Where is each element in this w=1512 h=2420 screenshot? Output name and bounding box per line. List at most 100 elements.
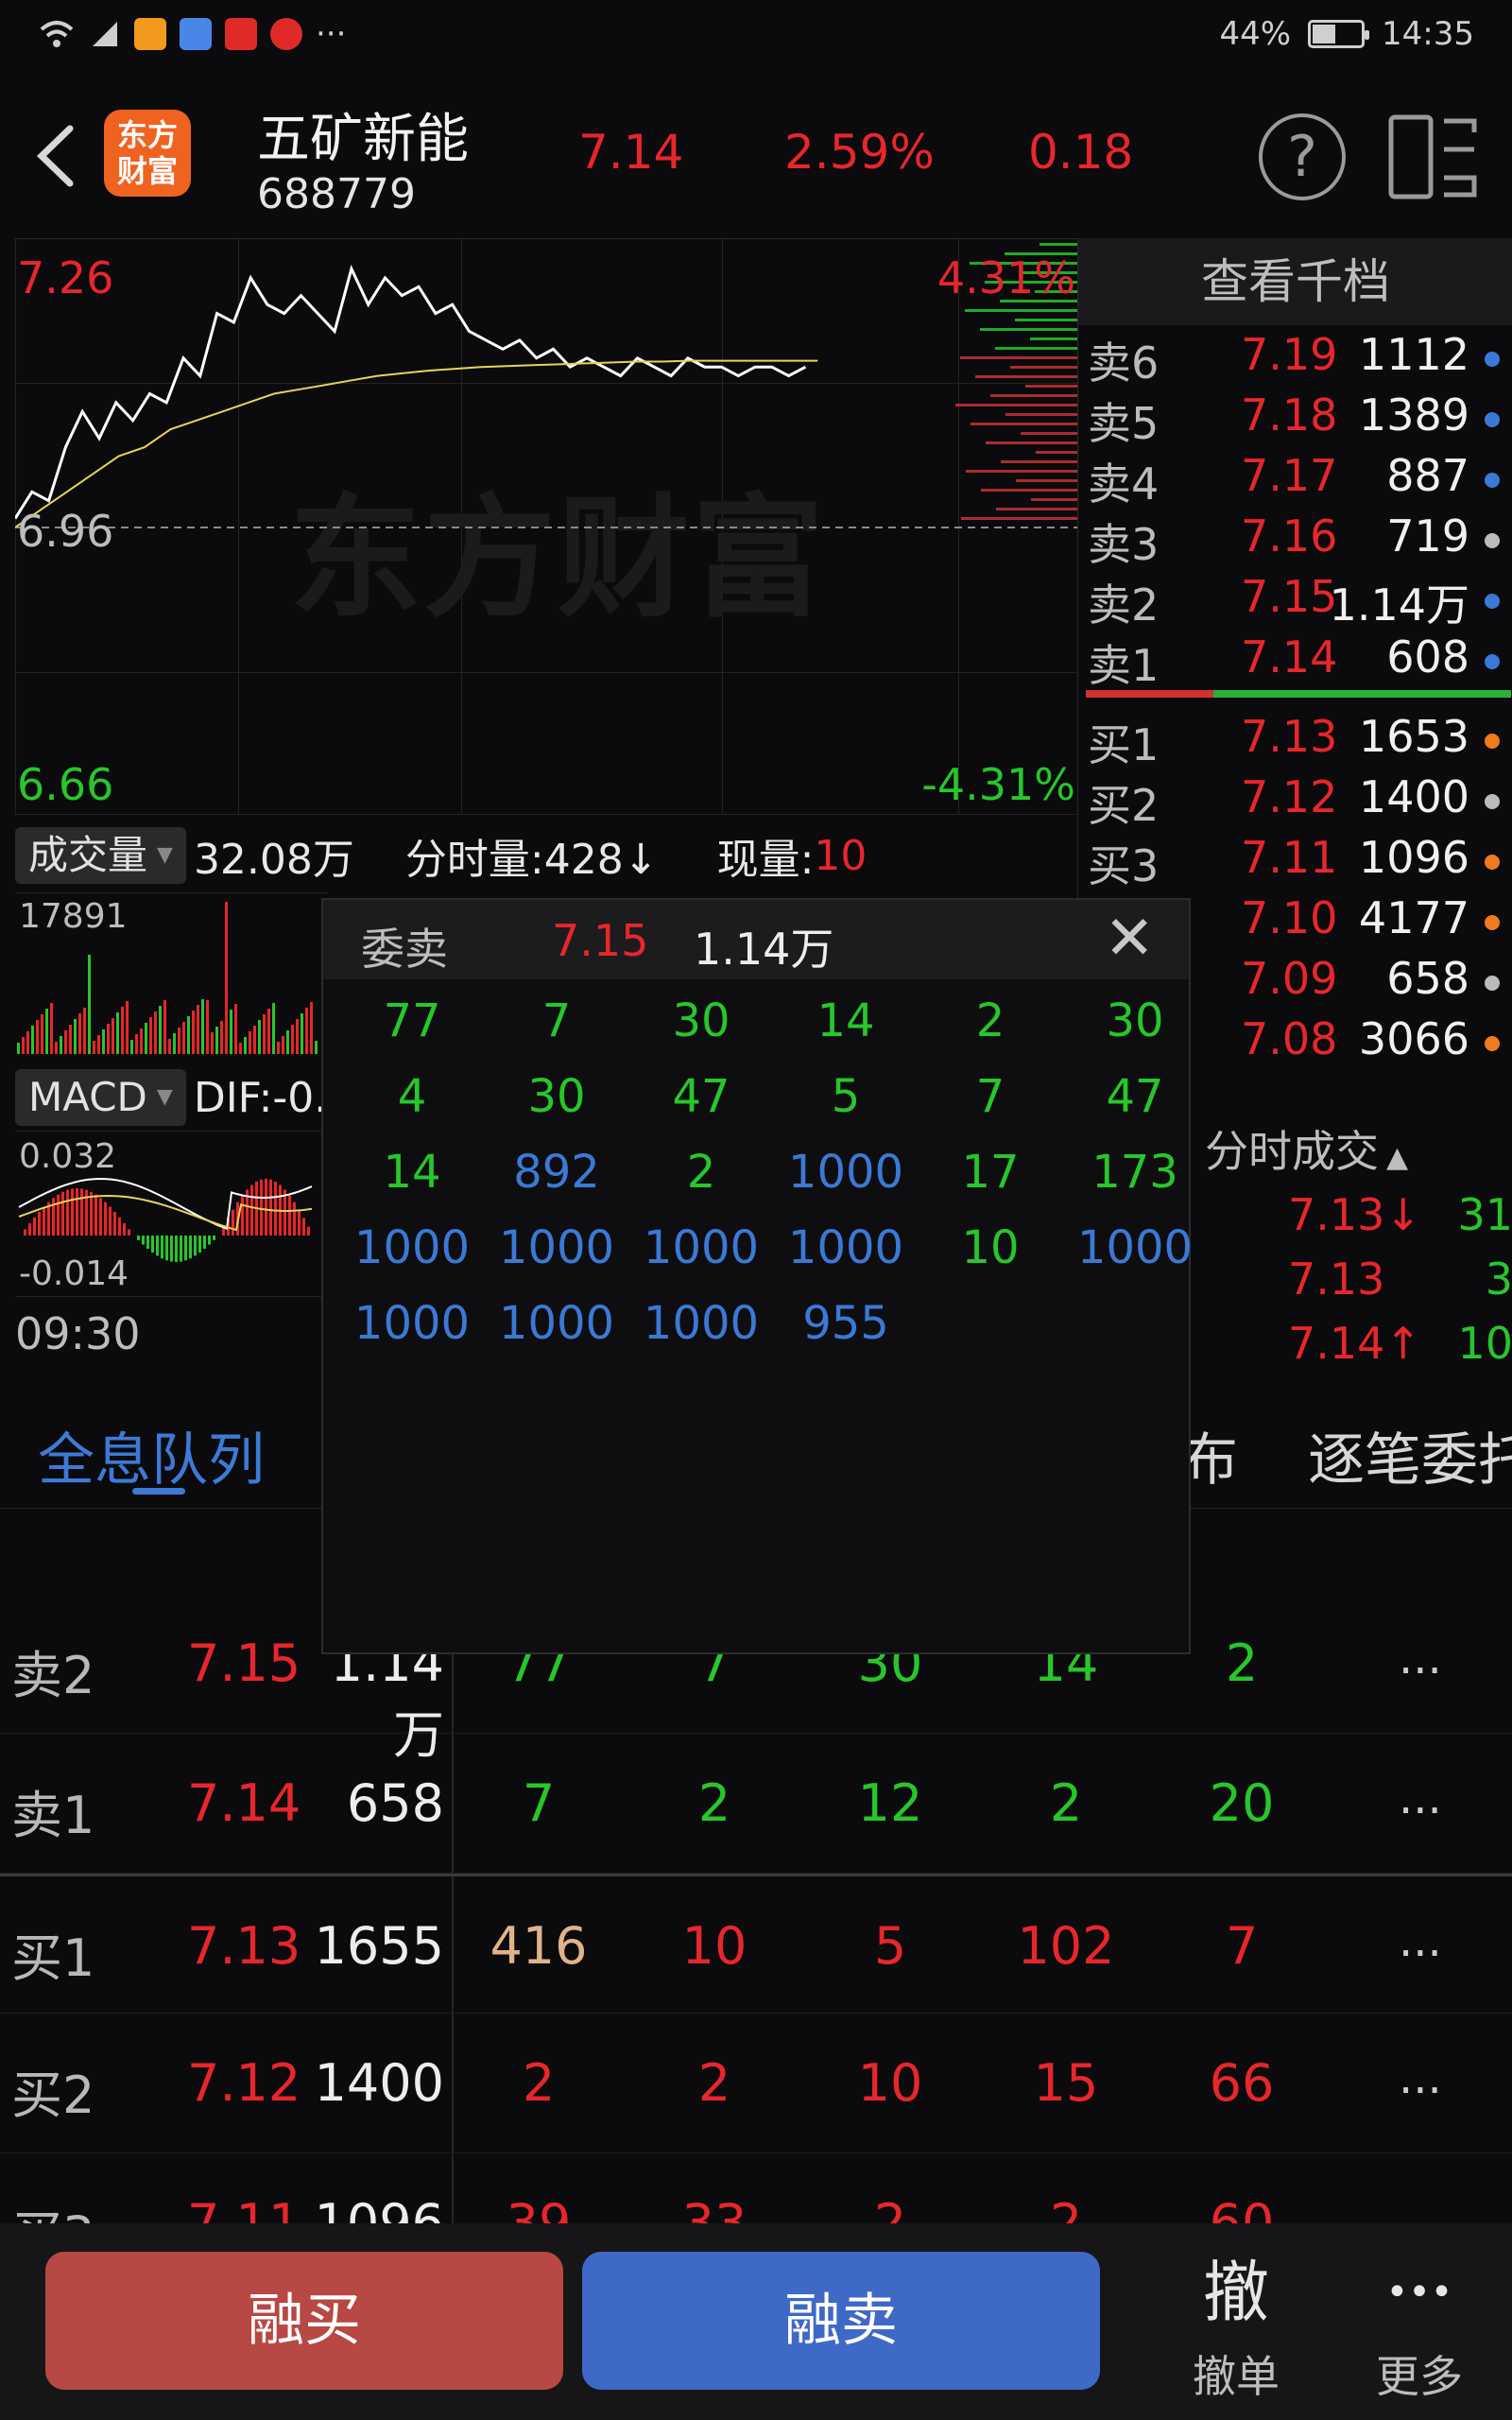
switch-layout-icon[interactable] — [1387, 112, 1480, 202]
ask-level[interactable]: 卖2 7.15 1.14万 — [1078, 571, 1512, 631]
queue-order-cell: 2 — [1049, 2193, 1083, 2227]
macd-histogram-bar — [90, 1191, 93, 1236]
tab-full-queue[interactable]: 全息队列 — [38, 1414, 265, 1496]
tab-order-by-order[interactable]: 逐笔委托 — [1308, 1414, 1512, 1496]
indicator-selector-volume[interactable]: 成交量 ▼ — [15, 827, 186, 884]
depth-bar — [980, 328, 1077, 331]
tick-volume: 分时量:428↓ — [404, 836, 659, 884]
volume-bar — [267, 1009, 270, 1054]
intraday-chart[interactable]: 东方财富 7.26 6.96 6.66 4.31% -4.31% — [15, 238, 1077, 815]
total-volume: 32.08万 — [193, 836, 354, 884]
y-axis-top: 7.26 — [17, 252, 114, 303]
bid-price: 7.08 — [1241, 1013, 1338, 1064]
volume-bar — [206, 1000, 209, 1054]
volume-bar — [234, 1004, 237, 1054]
view-thousand-levels-button[interactable]: 查看千档 — [1078, 238, 1512, 325]
macd-histogram-bar — [71, 1188, 74, 1236]
popup-order-cell: 1000 — [643, 1297, 760, 1350]
bid-volume: 658 — [1386, 953, 1469, 1004]
bid-label: 买1 — [1088, 719, 1160, 770]
ask-price: 7.19 — [1241, 329, 1338, 380]
popup-price: 7.15 — [552, 915, 649, 966]
bid-level[interactable]: 买1 7.13 1653 — [1078, 711, 1512, 771]
popup-order-cell: 2 — [975, 994, 1005, 1047]
bid-label: 买2 — [1088, 780, 1160, 831]
queue-row[interactable]: 买37.11109639332260... — [0, 2153, 1512, 2227]
cancel-order-button[interactable]: 撤 撤单 — [1160, 2250, 1312, 2405]
queue-more-icon[interactable]: ... — [1399, 2191, 1442, 2227]
price-series-line — [15, 265, 807, 520]
average-price-line — [15, 359, 818, 528]
margin-sell-button[interactable]: 融卖 — [582, 2252, 1100, 2390]
y-axis-mid: 6.96 — [17, 506, 114, 557]
queue-more-icon[interactable]: ... — [1399, 1914, 1442, 1967]
ask-label: 卖3 — [1088, 519, 1160, 570]
volume-bar — [126, 1001, 129, 1054]
volume-bar — [159, 1006, 162, 1054]
ask-level[interactable]: 卖6 7.19 1112 — [1078, 329, 1512, 389]
volume-bar — [225, 902, 228, 1054]
bid-level[interactable]: 买2 7.12 1400 — [1078, 771, 1512, 832]
dropdown-icon: ▼ — [156, 1085, 173, 1109]
queue-row[interactable]: 买1 7.13 1655 416 10 5 102 7... — [0, 1874, 1512, 2014]
queue-more-icon[interactable]: ... — [1399, 2051, 1442, 2104]
macd-histogram-bar — [118, 1217, 121, 1236]
queue-order-cell: 12 — [857, 1773, 923, 1833]
bid-level[interactable]: 买3 7.11 1096 — [1078, 832, 1512, 892]
volume-bar — [130, 1040, 133, 1054]
ask-level[interactable]: 卖3 7.16 719 — [1078, 510, 1512, 571]
indicator-selector-macd[interactable]: MACD ▼ — [15, 1069, 186, 1126]
macd-histogram-bar — [198, 1236, 201, 1253]
queue-more-icon[interactable]: ... — [1399, 1772, 1442, 1824]
queue-order-cell: 2 — [697, 1773, 731, 1833]
volume-bar — [55, 1042, 58, 1054]
queue-row[interactable]: 买2 7.12 1400 2 2 10 15 66... — [0, 2014, 1512, 2153]
change-percent: 2.59% — [784, 125, 935, 180]
close-icon[interactable]: ✕ — [1104, 904, 1155, 974]
depth-bar — [1015, 319, 1077, 321]
depth-bar — [1031, 498, 1077, 501]
macd-histogram-bar — [180, 1236, 182, 1262]
popup-order-cell: 1000 — [353, 1221, 471, 1274]
ask-level[interactable]: 卖1 7.14 608 — [1078, 631, 1512, 692]
macd-histogram-bar — [99, 1198, 102, 1236]
volume-bar — [60, 1036, 62, 1054]
popup-order-cell: 30 — [672, 994, 730, 1047]
battery-icon — [1308, 20, 1370, 48]
popup-title: 委卖 — [361, 924, 448, 975]
more-button[interactable]: ••• 更多 — [1344, 2250, 1495, 2405]
volume-bar — [112, 1018, 114, 1054]
queue-more-icon[interactable]: ... — [1399, 1632, 1442, 1685]
popup-order-cell: 955 — [802, 1297, 889, 1350]
ask-level[interactable]: 卖4 7.17 887 — [1078, 450, 1512, 510]
depth-bar — [1010, 366, 1077, 369]
macd-histogram-bar — [241, 1195, 244, 1236]
trades-title[interactable]: 分时成交 ▲ — [1205, 1117, 1408, 1180]
change-amount: 0.18 — [1028, 125, 1134, 180]
ask-label: 卖2 — [1088, 579, 1160, 631]
queue-order-cell: 2 — [873, 2193, 907, 2227]
ask-label: 卖5 — [1088, 398, 1160, 449]
help-icon[interactable]: ? — [1259, 113, 1346, 200]
y-axis-bottom: 6.66 — [17, 759, 114, 810]
margin-buy-button[interactable]: 融买 — [45, 2252, 563, 2390]
macd-histogram-bar — [269, 1179, 272, 1236]
popup-order-cell: 892 — [513, 1146, 600, 1199]
logo-line-2: 财富 — [116, 153, 178, 189]
ask-level[interactable]: 卖5 7.18 1389 — [1078, 389, 1512, 450]
volume-bar — [173, 1033, 176, 1054]
time-axis-start: 09:30 — [15, 1308, 141, 1359]
bid-label: 买3 — [1088, 840, 1160, 891]
macd-histogram-bar — [43, 1206, 45, 1236]
queue-row[interactable]: 卖1 7.14 658 7 2 12 2 20... — [0, 1734, 1512, 1874]
popup-order-cell: 47 — [1106, 1070, 1164, 1123]
bid-volume: 1653 — [1358, 711, 1469, 762]
depth-bar — [975, 375, 1077, 378]
more-label: 更多 — [1376, 2351, 1463, 2402]
volume-bar — [83, 1008, 86, 1054]
back-arrow-icon[interactable] — [28, 123, 85, 189]
macd-histogram-bar — [170, 1236, 173, 1262]
depth-bar — [971, 423, 1077, 425]
volume-bar — [50, 1003, 53, 1054]
queue-order-cell: 66 — [1209, 2053, 1275, 2113]
